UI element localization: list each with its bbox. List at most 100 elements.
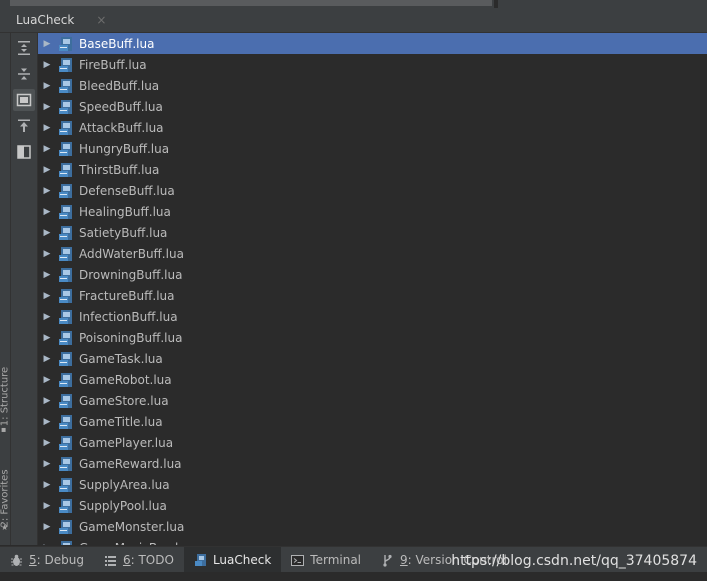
vertical-toolbar	[11, 33, 38, 545]
expand-arrow-icon[interactable]: ▶	[38, 543, 56, 546]
bottom-tab-todo[interactable]: 6: TODO	[94, 547, 184, 573]
expand-arrow-icon[interactable]: ▶	[38, 186, 56, 196]
expand-arrow-icon[interactable]: ▶	[38, 291, 56, 301]
expand-arrow-icon[interactable]: ▶	[38, 333, 56, 343]
expand-arrow-icon[interactable]: ▶	[38, 123, 56, 133]
lua-file-icon	[59, 183, 72, 198]
tree-item[interactable]: ▶ AttackBuff.lua	[38, 117, 707, 138]
terminal-icon	[291, 554, 305, 567]
expand-arrow-icon[interactable]: ▶	[38, 375, 56, 385]
tree-item-label: SatietyBuff.lua	[79, 225, 168, 240]
tree-item[interactable]: ▶ GameReward.lua	[38, 453, 707, 474]
expand-arrow-icon[interactable]: ▶	[38, 165, 56, 175]
tree-item[interactable]: ▶ GameMonster.lua	[38, 516, 707, 537]
tree-item[interactable]: ▶ GameMusicBox.lua	[38, 537, 707, 545]
lua-file-icon	[59, 57, 72, 72]
lua-file-icon	[59, 162, 72, 177]
expand-arrow-icon[interactable]: ▶	[38, 102, 56, 112]
tree-item[interactable]: ▶ HealingBuff.lua	[38, 201, 707, 222]
expand-arrow-icon[interactable]: ▶	[38, 459, 56, 469]
collapse-all-button[interactable]	[13, 63, 35, 85]
tree-item[interactable]: ▶ SpeedBuff.lua	[38, 96, 707, 117]
lua-file-icon	[59, 435, 72, 450]
expand-arrow-icon[interactable]: ▶	[38, 522, 56, 532]
tree-item[interactable]: ▶ BleedBuff.lua	[38, 75, 707, 96]
tree-item[interactable]: ▶ GameStore.lua	[38, 390, 707, 411]
tree-item[interactable]: ▶ GameTitle.lua	[38, 411, 707, 432]
bottom-tab-luacheck[interactable]: LuaCheck	[183, 547, 282, 573]
expand-arrow-icon[interactable]: ▶	[38, 396, 56, 406]
tree-item[interactable]: ▶ HungryBuff.lua	[38, 138, 707, 159]
expand-arrow-icon[interactable]: ▶	[38, 312, 56, 322]
group-by-folder-button[interactable]	[13, 89, 35, 111]
expand-arrow-icon[interactable]: ▶	[38, 39, 56, 49]
expand-arrow-icon[interactable]: ▶	[38, 249, 56, 259]
bottom-tab-debug[interactable]: 5: Debug	[0, 547, 94, 573]
tree-item-label: SupplyPool.lua	[79, 498, 167, 513]
tree-item[interactable]: ▶ GameRobot.lua	[38, 369, 707, 390]
lua-file-icon	[59, 456, 72, 471]
lua-file-icon	[59, 267, 72, 282]
tree-item[interactable]: ▶ SupplyPool.lua	[38, 495, 707, 516]
tree-item[interactable]: ▶ PoisoningBuff.lua	[38, 327, 707, 348]
tool-window-title: LuaCheck	[16, 13, 75, 27]
expand-arrow-icon[interactable]: ▶	[38, 207, 56, 217]
tree-item-label: HealingBuff.lua	[79, 204, 171, 219]
star-icon: ★	[1, 523, 9, 532]
tree-item[interactable]: ▶ ThirstBuff.lua	[38, 159, 707, 180]
expand-arrow-icon[interactable]: ▶	[38, 228, 56, 238]
bottom-tab-terminal[interactable]: Terminal	[281, 547, 371, 573]
expand-arrow-icon[interactable]: ▶	[38, 60, 56, 70]
lua-file-icon	[59, 204, 72, 219]
lua-file-icon	[59, 330, 72, 345]
close-icon[interactable]: ×	[96, 13, 106, 27]
tree-item-label: GamePlayer.lua	[79, 435, 174, 450]
tool-window-tab[interactable]: LuaCheck ×	[8, 8, 115, 32]
luacheck-icon	[194, 553, 207, 567]
tree-item[interactable]: ▶ SupplyArea.lua	[38, 474, 707, 495]
expand-arrow-icon[interactable]: ▶	[38, 81, 56, 91]
todo-list-icon	[104, 554, 117, 567]
bug-icon	[10, 554, 23, 567]
tree-item[interactable]: ▶ InfectionBuff.lua	[38, 306, 707, 327]
tab-shortcut-key: 6	[122, 553, 131, 567]
expand-arrow-icon[interactable]: ▶	[38, 480, 56, 490]
side-tab-structure[interactable]: 1: Structure	[0, 362, 11, 432]
left-side-tab-strip: 1: Structure ▪ 2: Favorites ★	[0, 33, 11, 545]
version-control-icon	[381, 554, 394, 567]
horizontal-scrollbar-thumb[interactable]	[10, 0, 492, 6]
tree-item-label: AddWaterBuff.lua	[79, 246, 184, 261]
tree-item[interactable]: ▶ GameTask.lua	[38, 348, 707, 369]
lua-file-icon	[59, 477, 72, 492]
lua-file-icon	[59, 414, 72, 429]
lua-file-icon	[59, 351, 72, 366]
tree-item-label: BleedBuff.lua	[79, 78, 160, 93]
tree-item[interactable]: ▶ DrowningBuff.lua	[38, 264, 707, 285]
tree-item[interactable]: ▶ BaseBuff.lua	[38, 33, 707, 54]
tool-window-header: LuaCheck ×	[0, 8, 707, 33]
tree-item-label: SupplyArea.lua	[79, 477, 170, 492]
export-button[interactable]	[13, 115, 35, 137]
tree-item[interactable]: ▶ FireBuff.lua	[38, 54, 707, 75]
lua-file-icon	[59, 519, 72, 534]
tree-item-label: DefenseBuff.lua	[79, 183, 175, 198]
lua-file-icon	[59, 288, 72, 303]
tab-label: LuaCheck	[212, 553, 272, 567]
collapse-all-icon	[18, 68, 30, 80]
expand-arrow-icon[interactable]: ▶	[38, 417, 56, 427]
expand-arrow-icon[interactable]: ▶	[38, 354, 56, 364]
expand-arrow-icon[interactable]: ▶	[38, 438, 56, 448]
toggle-panel-button[interactable]	[13, 141, 35, 163]
tree-item[interactable]: ▶ GamePlayer.lua	[38, 432, 707, 453]
expand-arrow-icon[interactable]: ▶	[38, 501, 56, 511]
tree-item-label: GameRobot.lua	[79, 372, 172, 387]
tree-item[interactable]: ▶ AddWaterBuff.lua	[38, 243, 707, 264]
tree-item[interactable]: ▶ FractureBuff.lua	[38, 285, 707, 306]
tree-item-label: AttackBuff.lua	[79, 120, 164, 135]
expand-arrow-icon[interactable]: ▶	[38, 270, 56, 280]
tree-item[interactable]: ▶ DefenseBuff.lua	[38, 180, 707, 201]
expand-all-button[interactable]	[13, 37, 35, 59]
tree-item[interactable]: ▶ SatietyBuff.lua	[38, 222, 707, 243]
expand-arrow-icon[interactable]: ▶	[38, 144, 56, 154]
tree-item-label: BaseBuff.lua	[79, 36, 155, 51]
